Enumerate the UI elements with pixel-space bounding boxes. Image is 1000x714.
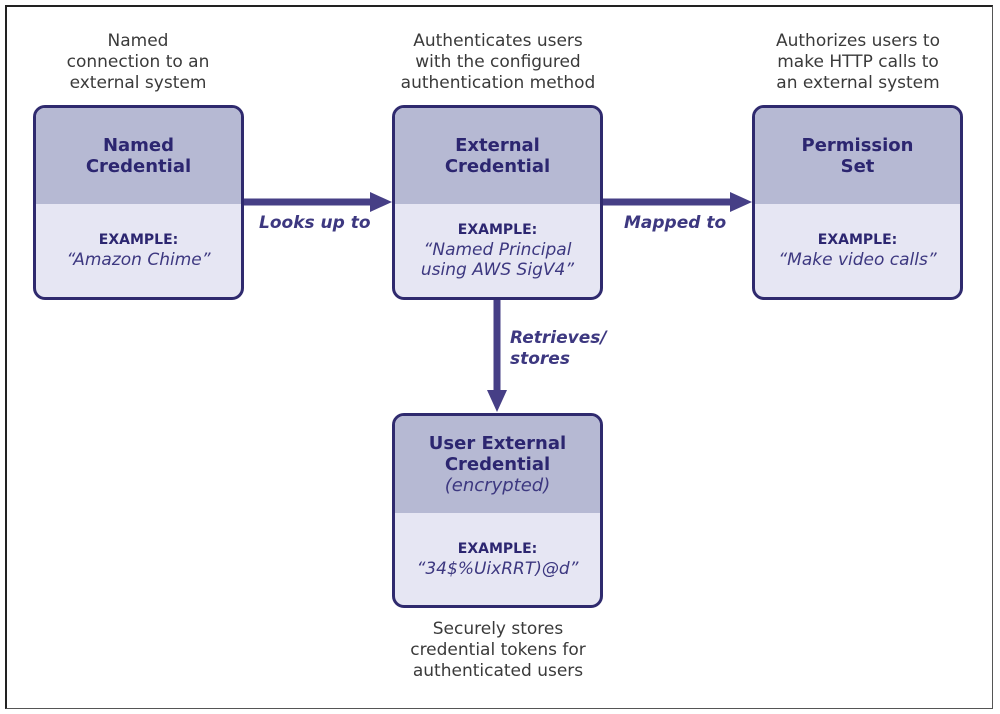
named-credential-description: Named connection to an external system <box>66 31 210 93</box>
named-credential-node[interactable]: Named Credential EXAMPLE: “Amazon Chime” <box>33 105 244 300</box>
arrowhead-looks-up-to <box>370 192 392 212</box>
permission-set-header: Permission Set <box>755 108 960 204</box>
external-credential-header: External Credential <box>395 108 600 204</box>
user-external-credential-description: Securely stores credential tokens for au… <box>410 619 586 681</box>
arrowhead-retrieves-stores <box>487 390 507 412</box>
external-credential-example: EXAMPLE: “Named Principal using AWS SigV… <box>420 222 575 280</box>
permission-set-description: Authorizes users to make HTTP calls to a… <box>775 31 940 93</box>
user-external-credential-header: User External Credential (encrypted) <box>395 416 600 513</box>
named-credential-header: Named Credential <box>36 108 241 204</box>
named-credential-example: EXAMPLE: “Amazon Chime” <box>66 232 211 270</box>
edge-label-mapped-to: Mapped to <box>624 213 727 233</box>
external-credential-description: Authenticates users with the configured … <box>400 31 596 93</box>
edge-label-retrieves-stores: Retrieves/ stores <box>510 328 607 369</box>
user-external-credential-example: EXAMPLE: “34$%UixRRT)@d” <box>416 540 579 579</box>
permission-set-example: EXAMPLE: “Make video calls” <box>778 232 937 270</box>
user-external-credential-node[interactable]: User External Credential (encrypted) EXA… <box>392 413 603 608</box>
external-credential-node[interactable]: External Credential EXAMPLE: “Named Prin… <box>392 105 603 300</box>
edge-label-looks-up-to: Looks up to <box>259 213 371 233</box>
arrowhead-mapped-to <box>730 192 752 212</box>
permission-set-node[interactable]: Permission Set EXAMPLE: “Make video call… <box>752 105 963 300</box>
